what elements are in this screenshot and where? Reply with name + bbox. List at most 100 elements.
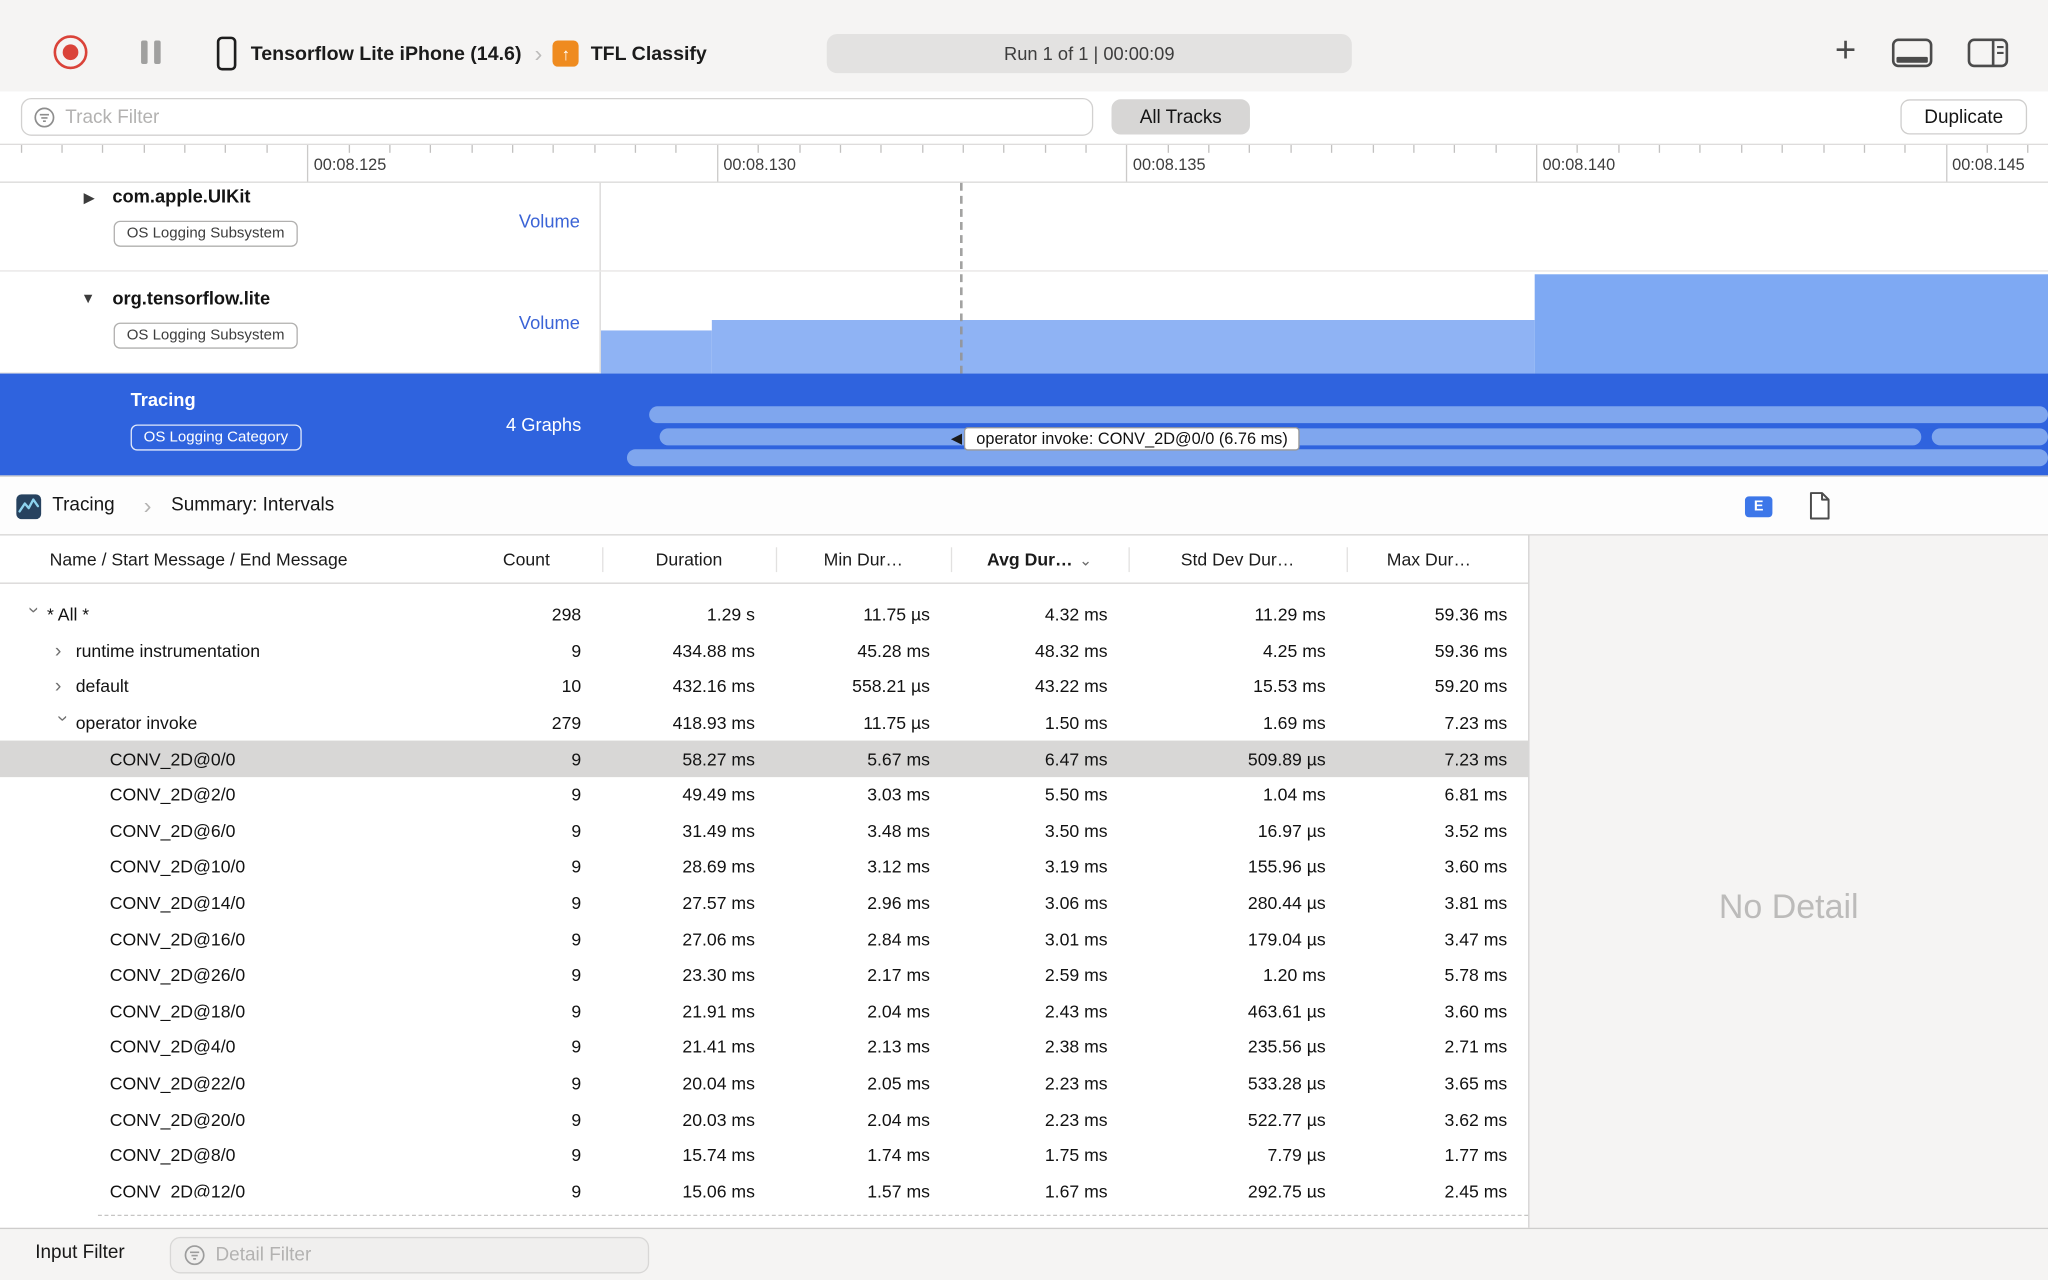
header-count[interactable]: Count — [451, 549, 603, 569]
row-min-cell: 2.04 ms — [867, 1109, 930, 1130]
row-duration-cell: 20.03 ms — [682, 1109, 755, 1130]
breadcrumb-root[interactable]: Tracing — [52, 495, 114, 516]
row-std-cell: 15.53 ms — [1253, 677, 1326, 697]
row-avg-cell: 4.32 ms — [1044, 605, 1108, 625]
track-row-tracing[interactable]: Tracing OS Logging Category 4 Graphs ◀ o… — [0, 373, 2048, 476]
row-name-label: default — [75, 677, 129, 697]
row-count-cell: 9 — [571, 821, 582, 841]
row-min-cell: 1.74 ms — [867, 1145, 930, 1166]
detail-filter-field[interactable] — [169, 1236, 650, 1274]
table-row[interactable]: CONV_2D@10/0 9 28.69 ms 3.12 ms 3.19 ms 155.9… — [0, 849, 1528, 885]
table-row[interactable]: CONV_2D@14/0 9 27.57 ms 2.96 ms 3.06 ms 280.4… — [0, 885, 1528, 921]
track-filter-input[interactable] — [65, 106, 966, 128]
ruler-tick — [1003, 144, 1005, 153]
track-name: com.apple.UIKit — [112, 185, 251, 207]
row-std-cell: 4.25 ms — [1262, 641, 1326, 661]
row-count-cell: 9 — [571, 1109, 582, 1130]
volume-area-segment — [600, 330, 712, 374]
table-row[interactable]: CONV_2D@18/0 9 21.91 ms 2.04 ms 2.43 ms 463.6… — [0, 993, 1528, 1029]
detail-filter-input[interactable] — [215, 1244, 611, 1266]
row-avg-cell: 2.43 ms — [1044, 1001, 1108, 1022]
interval-bar[interactable] — [1931, 428, 2048, 446]
all-tracks-button[interactable]: All Tracks — [1111, 99, 1250, 135]
timeline-ruler[interactable]: 00:08.125 00:08.130 00:08.135 00:08.140 00:0… — [0, 143, 2048, 183]
ruler-tick — [716, 144, 719, 182]
chevron-down-icon[interactable]: › — [52, 715, 74, 731]
pause-button[interactable] — [141, 40, 161, 64]
ruler-tick — [675, 144, 678, 153]
table-row[interactable]: CONV_2D@22/0 9 20.04 ms 2.05 ms 2.23 ms 533.2… — [0, 1065, 1528, 1101]
duplicate-button[interactable]: Duplicate — [1900, 99, 2028, 135]
row-name-label: CONV_2D@4/0 — [109, 1037, 236, 1058]
iphone-icon — [216, 36, 237, 71]
track-meta-volume: Volume — [518, 312, 580, 334]
ruler-tick — [839, 144, 841, 153]
track-row-tensorflow[interactable]: ▼ org.tensorflow.lite OS Logging Subsyst… — [0, 271, 2048, 374]
table-row[interactable]: › runtime instrumentation 9 434.88 ms 45.28 … — [0, 633, 1528, 669]
table-row[interactable]: CONV_2D@20/0 9 20.03 ms 2.04 ms 2.23 ms 522.7… — [0, 1101, 1528, 1137]
row-name-cell: CONV_2D@20/0 — [0, 1110, 451, 1130]
extended-detail-button[interactable]: E — [1744, 496, 1773, 518]
table-row[interactable]: › * All * 298 1.29 s 11.75 µs 4.32 ms 11.29 ms… — [0, 597, 1528, 633]
table-row[interactable]: › default 10 432.16 ms 558.21 µs 43.22 ms 15.5… — [0, 669, 1528, 705]
row-std-cell: 463.61 µs — [1247, 1001, 1326, 1022]
row-name-cell: CONV_2D@18/0 — [0, 1002, 451, 1022]
chevron-down-icon[interactable]: › — [23, 607, 45, 623]
triangle-right-icon[interactable]: ▶ — [84, 189, 95, 207]
row-std-cell: 235.56 µs — [1247, 1037, 1326, 1058]
device-app-selector[interactable]: Tensorflow Lite iPhone (14.6) › ↑ TFL Cl… — [216, 34, 707, 73]
ruler-tick — [880, 144, 882, 153]
header-duration[interactable]: Duration — [602, 549, 776, 569]
table-row[interactable]: CONV_2D@4/0 9 21.41 ms 2.13 ms 2.38 ms 235.56… — [0, 1029, 1528, 1065]
ruler-tick — [921, 144, 923, 153]
table-row[interactable]: CONV_2D@16/0 9 27.06 ms 2.84 ms 3.01 ms 179.0… — [0, 921, 1528, 957]
table-row[interactable]: CONV_2D@12/0 9 15.06 ms 1.57 ms 1.67 ms 292.7… — [0, 1174, 1528, 1198]
bottom-panel-toggle[interactable] — [1891, 38, 1933, 75]
table-row[interactable]: › operator invoke 279 418.93 ms 11.75 µs 1.50… — [0, 705, 1528, 741]
record-button[interactable] — [53, 35, 88, 70]
ruler-tick — [1454, 144, 1456, 153]
chevron-right-icon[interactable]: › — [55, 641, 76, 661]
ruler-tick — [1576, 144, 1579, 153]
ruler-tick — [1822, 144, 1825, 153]
track-badge: OS Logging Subsystem — [113, 220, 298, 247]
ruler-tick — [1536, 144, 1538, 182]
interval-bar[interactable] — [626, 449, 2048, 467]
ruler-tick — [1085, 144, 1087, 153]
row-std-cell: 11.29 ms — [1254, 605, 1326, 625]
header-min-dur[interactable]: Min Dur… — [776, 549, 951, 569]
row-count-cell: 9 — [571, 965, 582, 986]
row-avg-cell: 1.75 ms — [1044, 1145, 1108, 1166]
triangle-down-icon[interactable]: ▼ — [81, 291, 95, 307]
chevron-right-icon[interactable]: › — [55, 677, 76, 697]
header-name[interactable]: Name / Start Message / End Message — [0, 549, 451, 569]
playhead-line[interactable] — [960, 182, 963, 374]
row-duration-cell: 15.74 ms — [682, 1145, 755, 1166]
track-filter-field[interactable] — [20, 97, 1094, 136]
ruler-tick — [512, 144, 514, 153]
document-button[interactable] — [1808, 491, 1832, 528]
ruler-tick — [1699, 144, 1702, 153]
table-row[interactable]: CONV_2D@0/0 9 58.27 ms 5.67 ms 6.47 ms 509.89… — [0, 741, 1529, 778]
row-duration-cell: 27.06 ms — [682, 929, 755, 950]
row-name-cell: › * All * — [0, 605, 451, 625]
interval-bar[interactable] — [649, 406, 2048, 424]
row-max-cell: 59.20 ms — [1434, 677, 1508, 697]
track-row-uikit[interactable]: ▶ com.apple.UIKit OS Logging Subsystem V… — [0, 182, 2048, 272]
column-separator — [1346, 547, 1348, 573]
right-panel-toggle[interactable] — [1967, 38, 2009, 75]
table-row[interactable]: CONV_2D@8/0 9 15.74 ms 1.74 ms 1.75 ms 7.79 µ… — [0, 1138, 1528, 1174]
table-row[interactable]: CONV_2D@26/0 9 23.30 ms 2.17 ms 2.59 ms 1.20 … — [0, 957, 1528, 993]
ruler-tick — [184, 144, 186, 153]
table-row[interactable]: CONV_2D@6/0 9 31.49 ms 3.48 ms 3.50 ms 16.97 … — [0, 813, 1528, 849]
ruler-tick — [1126, 144, 1128, 182]
row-max-cell: 59.36 ms — [1434, 605, 1508, 625]
ruler-tick — [1495, 144, 1497, 153]
add-instrument-button[interactable]: + — [1827, 29, 1864, 69]
header-max-dur[interactable]: Max Dur… — [1347, 549, 1529, 569]
table-row[interactable]: CONV_2D@2/0 9 49.49 ms 3.03 ms 5.50 ms 1.04 m… — [0, 777, 1528, 813]
header-avg-dur[interactable]: Avg Dur… ⌄ — [951, 549, 1129, 569]
breadcrumb-page[interactable]: Summary: Intervals — [171, 495, 334, 516]
document-icon — [1809, 492, 1830, 520]
header-std-dev-dur[interactable]: Std Dev Dur… — [1128, 549, 1346, 569]
